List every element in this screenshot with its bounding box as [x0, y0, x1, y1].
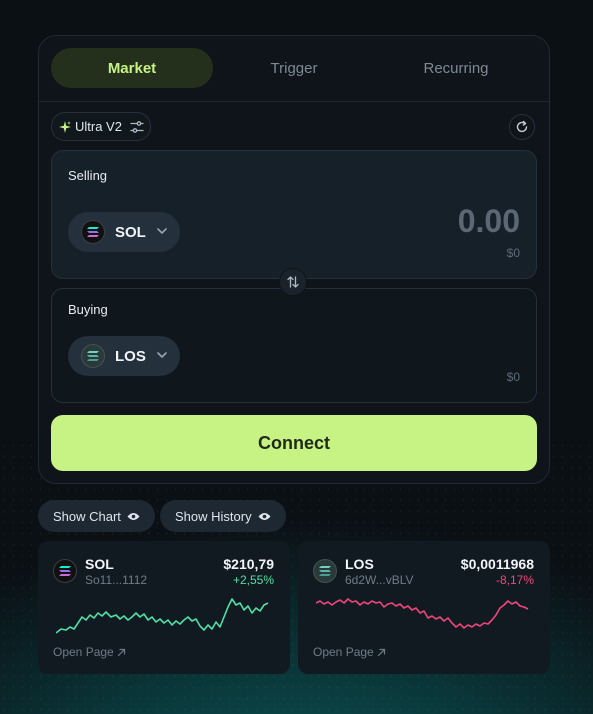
swap-arrows-icon — [287, 276, 299, 288]
los-token-icon — [81, 344, 105, 368]
swap-panel: Market Trigger Recurring Ultra V2 Sellin… — [38, 35, 550, 484]
buying-box: Buying LOS $0 — [51, 288, 537, 403]
mode-tabs: Market Trigger Recurring — [39, 36, 549, 102]
buy-usd-value: $0 — [506, 370, 520, 384]
sell-token-symbol: SOL — [115, 223, 146, 241]
sol-token-icon — [81, 220, 105, 244]
card-price-change: -8,17% — [495, 573, 534, 587]
connect-button[interactable]: Connect — [51, 415, 537, 471]
tab-recurring[interactable]: Recurring — [375, 48, 537, 88]
external-link-icon — [117, 648, 125, 656]
card-token-address: 6d2W...vBLV — [345, 573, 414, 587]
card-price-change: +2,55% — [232, 573, 274, 587]
buy-token-symbol: LOS — [115, 347, 146, 365]
swap-direction-button[interactable] — [279, 268, 307, 296]
token-card-sol[interactable]: SOL So11...1112 $210,79 +2,55% Open Page — [38, 541, 290, 674]
buy-token-selector[interactable]: LOS — [68, 336, 180, 376]
price-sparkline — [56, 598, 269, 634]
tab-trigger[interactable]: Trigger — [213, 48, 375, 88]
sell-usd-value: $0 — [506, 246, 520, 260]
sliders-icon — [130, 120, 144, 133]
show-chart-label: Show Chart — [53, 508, 121, 524]
buying-label: Buying — [68, 302, 108, 317]
eye-icon — [127, 512, 140, 520]
open-page-link[interactable]: Open Page — [53, 645, 126, 659]
card-token-name: LOS — [345, 556, 374, 572]
sol-token-icon — [53, 559, 77, 583]
router-settings-button[interactable]: Ultra V2 — [51, 112, 151, 141]
show-history-button[interactable]: Show History — [160, 500, 286, 532]
card-token-address: So11...1112 — [85, 573, 148, 587]
sell-token-selector[interactable]: SOL — [68, 212, 180, 252]
sparkle-icon — [59, 120, 71, 133]
selling-box: Selling SOL 0.00 $0 — [51, 150, 537, 279]
card-token-price: $0,0011968 — [460, 556, 534, 572]
eye-icon — [258, 512, 271, 520]
card-token-price: $210,79 — [223, 556, 274, 572]
refresh-button[interactable] — [509, 114, 535, 140]
chevron-down-icon — [157, 228, 167, 235]
chevron-down-icon — [157, 352, 167, 359]
price-sparkline — [316, 598, 529, 629]
los-token-icon — [313, 559, 337, 583]
token-card-los[interactable]: LOS 6d2W...vBLV $0,0011968 -8,17% Open P… — [298, 541, 550, 674]
open-page-label: Open Page — [313, 645, 374, 659]
external-link-icon — [377, 648, 385, 656]
open-page-link[interactable]: Open Page — [313, 645, 386, 659]
router-label: Ultra V2 — [75, 119, 122, 134]
open-page-label: Open Page — [53, 645, 114, 659]
show-history-label: Show History — [175, 508, 252, 524]
tab-market[interactable]: Market — [51, 48, 213, 88]
show-chart-button[interactable]: Show Chart — [38, 500, 155, 532]
sell-amount-input[interactable]: 0.00 — [458, 203, 520, 240]
card-token-name: SOL — [85, 556, 114, 572]
refresh-icon — [516, 120, 528, 133]
selling-label: Selling — [68, 168, 108, 183]
